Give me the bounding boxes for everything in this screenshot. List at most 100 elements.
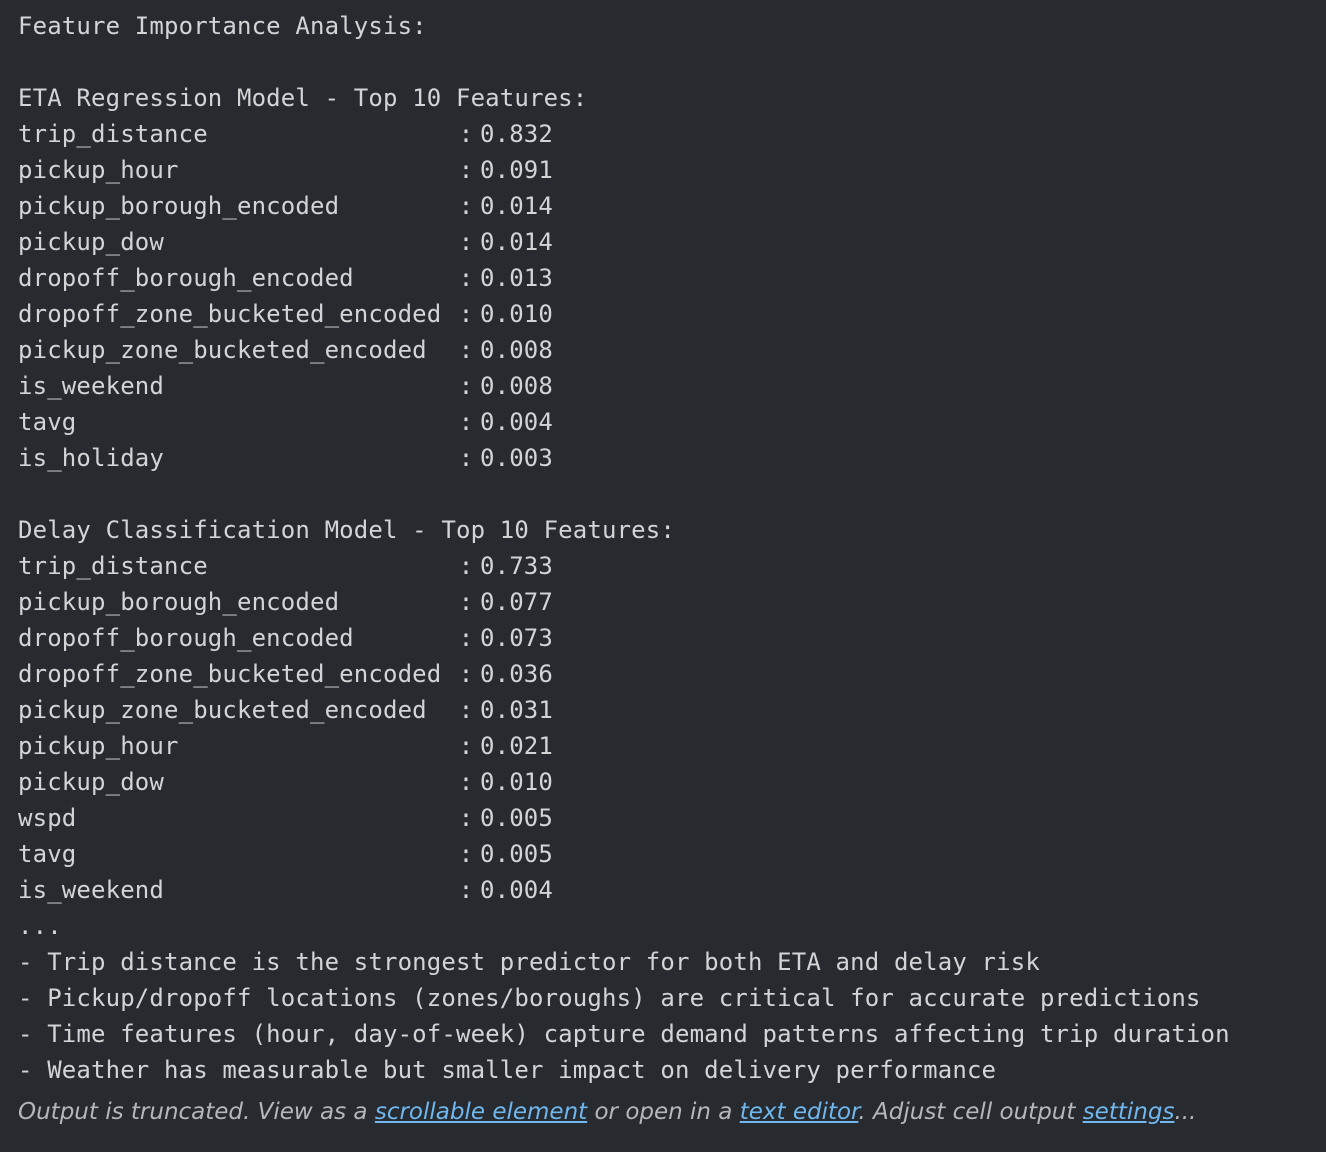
feature-row: dropoff_borough_encoded:0.073: [18, 620, 1326, 656]
feature-importance: 0.004: [480, 408, 553, 436]
feature-row: pickup_zone_bucketed_encoded:0.008: [18, 332, 1326, 368]
truncation-after-editor: . Adjust cell output: [858, 1099, 1083, 1125]
feature-row: dropoff_borough_encoded:0.013: [18, 260, 1326, 296]
feature-separator: :: [458, 732, 474, 760]
feature-name: trip_distance: [18, 120, 208, 148]
feature-row: trip_distance:0.733: [18, 548, 1326, 584]
feature-separator: :: [458, 840, 474, 868]
feature-row: pickup_hour:0.021: [18, 728, 1326, 764]
feature-name: is_weekend: [18, 876, 164, 904]
feature-importance: 0.008: [480, 372, 553, 400]
feature-name: pickup_zone_bucketed_encoded: [18, 696, 427, 724]
feature-separator: :: [458, 660, 474, 688]
feature-importance: 0.005: [480, 804, 553, 832]
feature-separator: :: [458, 624, 474, 652]
feature-row: pickup_zone_bucketed_encoded:0.031: [18, 692, 1326, 728]
feature-importance: 0.733: [480, 552, 553, 580]
feature-importance: 0.031: [480, 696, 553, 724]
feature-row: pickup_dow:0.014: [18, 224, 1326, 260]
feature-name: dropoff_borough_encoded: [18, 624, 354, 652]
text-editor-link[interactable]: text editor: [740, 1099, 859, 1125]
feature-importance: 0.832: [480, 120, 553, 148]
feature-importance: 0.003: [480, 444, 553, 472]
truncation-prefix: Output is truncated. View as a: [18, 1099, 375, 1125]
feature-importance: 0.005: [480, 840, 553, 868]
feature-importance: 0.010: [480, 768, 553, 796]
feature-separator: :: [458, 552, 474, 580]
truncation-middle: or open in a: [587, 1099, 740, 1125]
insight-line: - Pickup/dropoff locations (zones/boroug…: [18, 984, 1201, 1012]
feature-separator: :: [458, 300, 474, 328]
settings-link[interactable]: settings: [1083, 1099, 1175, 1125]
feature-row: pickup_borough_encoded:0.014: [18, 188, 1326, 224]
insight-line: - Trip distance is the strongest predict…: [18, 948, 1040, 976]
feature-name: dropoff_borough_encoded: [18, 264, 354, 292]
feature-importance: 0.091: [480, 156, 553, 184]
feature-separator: :: [458, 768, 474, 796]
feature-importance: 0.014: [480, 192, 553, 220]
feature-name: pickup_hour: [18, 156, 179, 184]
feature-separator: :: [458, 120, 474, 148]
feature-importance: 0.077: [480, 588, 553, 616]
feature-separator: :: [458, 804, 474, 832]
feature-row: trip_distance:0.832: [18, 116, 1326, 152]
feature-separator: :: [458, 264, 474, 292]
feature-importance: 0.004: [480, 876, 553, 904]
feature-separator: :: [458, 408, 474, 436]
output-header: Feature Importance Analysis:: [18, 12, 427, 40]
feature-name: pickup_dow: [18, 228, 164, 256]
insights-list: - Trip distance is the strongest predict…: [18, 944, 1326, 1088]
feature-name: pickup_borough_encoded: [18, 588, 340, 616]
feature-row: tavg:0.005: [18, 836, 1326, 872]
ellipsis-line: ...: [18, 912, 62, 940]
feature-separator: :: [458, 876, 474, 904]
eta-section-title: ETA Regression Model - Top 10 Features:: [18, 84, 588, 112]
feature-name: tavg: [18, 840, 77, 868]
feature-name: is_holiday: [18, 444, 164, 472]
feature-row: is_holiday:0.003: [18, 440, 1326, 476]
feature-row: dropoff_zone_bucketed_encoded:0.036: [18, 656, 1326, 692]
feature-name: pickup_zone_bucketed_encoded: [18, 336, 427, 364]
scrollable-element-link[interactable]: scrollable element: [375, 1099, 587, 1125]
feature-name: pickup_hour: [18, 732, 179, 760]
feature-row: pickup_dow:0.010: [18, 764, 1326, 800]
feature-separator: :: [458, 588, 474, 616]
feature-name: pickup_dow: [18, 768, 164, 796]
feature-importance: 0.008: [480, 336, 553, 364]
feature-name: dropoff_zone_bucketed_encoded: [18, 660, 442, 688]
feature-row: is_weekend:0.004: [18, 872, 1326, 908]
feature-row: is_weekend:0.008: [18, 368, 1326, 404]
delay-section-title: Delay Classification Model - Top 10 Feat…: [18, 516, 675, 544]
feature-importance: 0.021: [480, 732, 553, 760]
feature-separator: :: [458, 228, 474, 256]
feature-separator: :: [458, 336, 474, 364]
insight-line: - Time features (hour, day-of-week) capt…: [18, 1020, 1230, 1048]
feature-importance: 0.014: [480, 228, 553, 256]
cell-output: Feature Importance Analysis: ETA Regress…: [0, 0, 1326, 1152]
feature-name: wspd: [18, 804, 77, 832]
eta-feature-list: trip_distance:0.832 pickup_hour:0.091 pi…: [18, 116, 1326, 476]
feature-name: pickup_borough_encoded: [18, 192, 340, 220]
feature-separator: :: [458, 372, 474, 400]
feature-importance: 0.036: [480, 660, 553, 688]
feature-separator: :: [458, 192, 474, 220]
insight-line: - Weather has measurable but smaller imp…: [18, 1056, 997, 1084]
feature-row: dropoff_zone_bucketed_encoded:0.010: [18, 296, 1326, 332]
feature-separator: :: [458, 696, 474, 724]
delay-feature-list: trip_distance:0.733 pickup_borough_encod…: [18, 548, 1326, 908]
feature-separator: :: [458, 156, 474, 184]
feature-importance: 0.013: [480, 264, 553, 292]
feature-row: wspd:0.005: [18, 800, 1326, 836]
feature-separator: :: [458, 444, 474, 472]
feature-name: is_weekend: [18, 372, 164, 400]
feature-row: tavg:0.004: [18, 404, 1326, 440]
feature-importance: 0.010: [480, 300, 553, 328]
feature-row: pickup_borough_encoded:0.077: [18, 584, 1326, 620]
truncation-suffix: ...: [1174, 1099, 1197, 1125]
feature-name: dropoff_zone_bucketed_encoded: [18, 300, 442, 328]
feature-row: pickup_hour:0.091: [18, 152, 1326, 188]
feature-name: tavg: [18, 408, 77, 436]
feature-name: trip_distance: [18, 552, 208, 580]
